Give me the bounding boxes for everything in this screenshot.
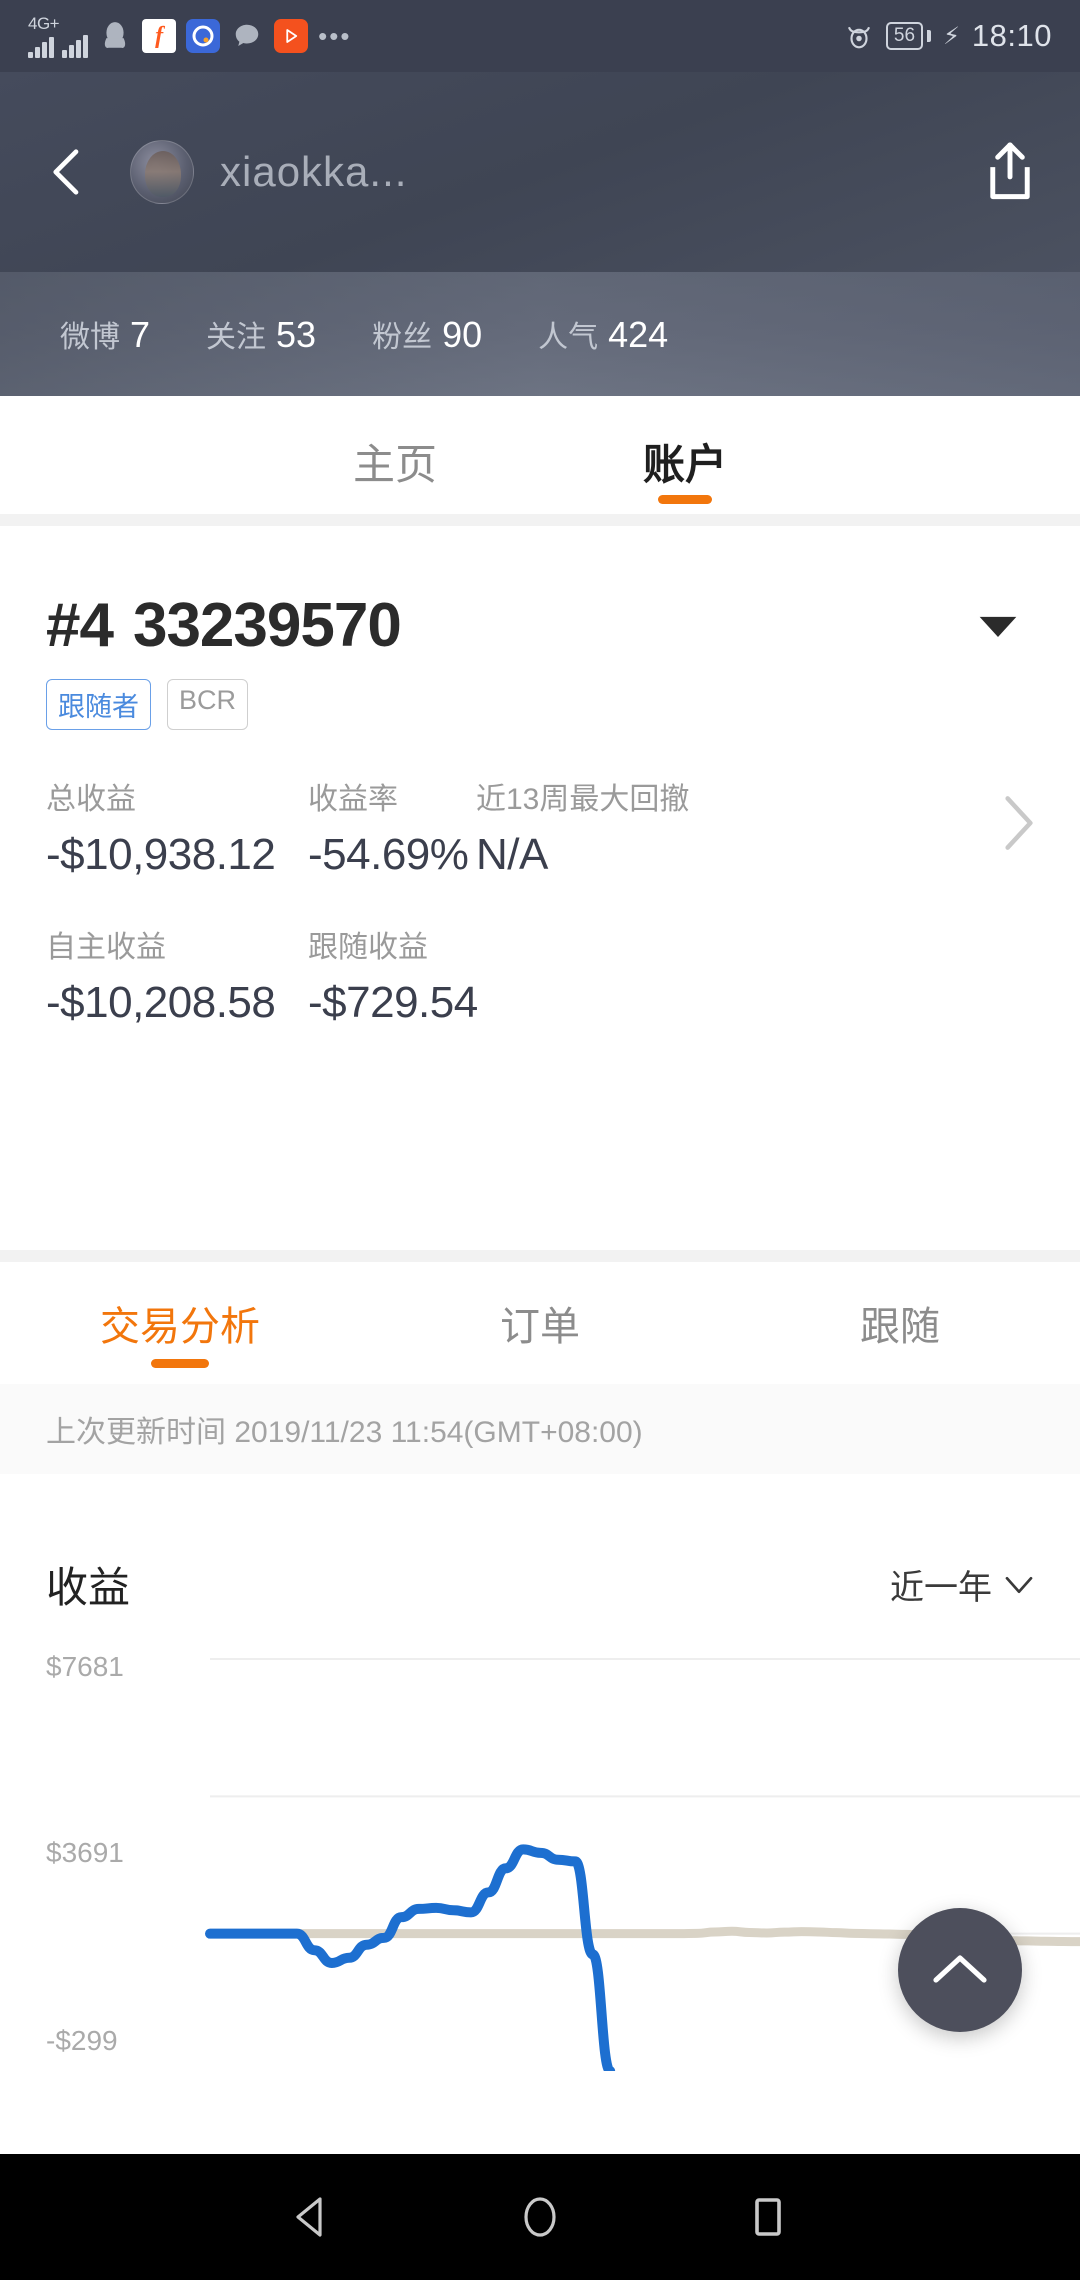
tab-follow-label: 跟随 (860, 1305, 940, 1349)
account-rank: #4 (46, 591, 114, 660)
stat-popularity[interactable]: 人气 424 (538, 312, 668, 356)
metric-copy-profit: 跟随收益 -$729.54 (308, 922, 478, 1028)
nav-back-triangle-icon[interactable] (288, 2193, 336, 2241)
qq-icon (98, 19, 132, 53)
stat-value: 7 (130, 314, 151, 355)
stat-weibo[interactable]: 微博 7 (60, 312, 150, 356)
metric-value: -54.69% (308, 830, 469, 879)
tab-home[interactable]: 主页 (250, 396, 540, 526)
section-divider (0, 1250, 1080, 1262)
browser-icon (186, 19, 221, 53)
tab-account[interactable]: 账户 (540, 396, 830, 526)
battery-indicator: 56 (885, 22, 924, 50)
avatar[interactable] (130, 140, 194, 204)
chart-range-label: 近一年 (890, 1569, 992, 1607)
status-bar-left: 4G+ f ••• (28, 15, 351, 58)
scroll-to-top-icon (933, 1955, 987, 1983)
metric-label: 自主收益 (46, 931, 166, 964)
metric-label: 收益率 (308, 783, 398, 816)
analysis-tab-bar: 交易分析 订单 跟随 (0, 1262, 1080, 1384)
account-badges: 跟随者 BCR (0, 661, 1080, 730)
video-player-icon (274, 19, 309, 53)
back-chevron-icon[interactable] (40, 145, 94, 199)
signal-bars-secondary-icon (28, 32, 54, 58)
metric-value: -$10,208.58 (46, 978, 276, 1027)
profit-chart-card: 收益 近一年 $7681 $3691 -$299 (0, 1474, 1080, 2154)
signal-indicator: 4G+ (28, 13, 89, 58)
metric-value: -$729.54 (308, 978, 478, 1027)
account-card: #4 33239570 跟随者 BCR 总收益 -$10,938.12 收益率 … (0, 538, 1080, 1028)
eye-protection-icon (847, 26, 870, 49)
chart-range-selector[interactable]: 近一年 (890, 1560, 1034, 1609)
phone-screen: 4G+ f ••• 56 ⚡ 18:10 xiaokka... 微博 7 关注 … (0, 0, 1080, 2280)
tab-home-label: 主页 (352, 440, 437, 488)
tab-orders-label: 订单 (500, 1305, 580, 1349)
tab-account-label: 账户 (642, 440, 727, 488)
chart-title: 收益 (46, 1564, 131, 1611)
nav-recents-square-icon[interactable] (744, 2193, 792, 2241)
status-bar: 4G+ f ••• 56 ⚡ 18:10 (0, 0, 1080, 72)
tab-trade-analysis[interactable]: 交易分析 (0, 1262, 360, 1384)
stat-value: 90 (442, 314, 483, 355)
chevron-right-icon[interactable] (1002, 794, 1036, 852)
stat-following[interactable]: 关注 53 (206, 312, 316, 356)
metric-label: 总收益 (46, 783, 136, 816)
tab-bar-divider (0, 514, 1080, 526)
tab-trade-analysis-label: 交易分析 (100, 1305, 260, 1349)
stat-value: 53 (276, 314, 317, 355)
account-metrics[interactable]: 总收益 -$10,938.12 收益率 -54.69% 近13周最大回撤 N/A… (0, 730, 1080, 1028)
metrics-row-1: 总收益 -$10,938.12 收益率 -54.69% 近13周最大回撤 N/A (46, 774, 1034, 880)
stat-label: 关注 (206, 321, 267, 354)
username-label: xiaokka... (220, 148, 408, 195)
account-number: 33239570 (132, 591, 402, 660)
last-updated-bar: 上次更新时间 2019/11/23 11:54(GMT+08:00) (0, 1384, 1080, 1474)
metric-total-profit: 总收益 -$10,938.12 (46, 774, 308, 880)
stat-label: 微博 (60, 321, 120, 354)
signal-bars-icon (62, 32, 89, 58)
stat-value: 424 (608, 314, 669, 355)
account-number-row[interactable]: #4 33239570 (0, 538, 1080, 661)
more-dots-icon: ••• (318, 20, 352, 51)
scroll-to-top-button[interactable] (898, 1908, 1022, 2032)
battery-cap-icon (927, 30, 932, 42)
metric-label: 跟随收益 (308, 931, 428, 964)
system-nav-bar (0, 2154, 1080, 2280)
f-app-icon: f (142, 19, 177, 53)
chevron-down-icon (1005, 1576, 1033, 1593)
metric-max-drawdown: 近13周最大回撤 N/A (476, 774, 689, 880)
metric-value: -$10,938.12 (46, 830, 276, 879)
profile-stats-band: 微博 7 关注 53 粉丝 90 人气 424 (0, 272, 1080, 396)
stat-followers[interactable]: 粉丝 90 (372, 312, 482, 356)
nav-home-circle-icon[interactable] (516, 2193, 564, 2241)
stat-label: 粉丝 (372, 321, 433, 354)
top-tab-bar: 主页 账户 (0, 396, 1080, 526)
metric-self-profit: 自主收益 -$10,208.58 (46, 922, 308, 1028)
caret-down-icon[interactable] (976, 611, 1020, 641)
badge-broker: BCR (167, 679, 249, 730)
profile-header: xiaokka... (0, 72, 1080, 272)
metric-return-rate: 收益率 -54.69% (308, 774, 476, 880)
chart-header: 收益 近一年 (0, 1474, 1080, 1615)
status-bar-clock: 18:10 (971, 18, 1052, 53)
lightning-bolt-icon: ⚡ (943, 22, 960, 50)
tab-follow[interactable]: 跟随 (720, 1262, 1080, 1384)
tab-orders[interactable]: 订单 (360, 1262, 720, 1384)
chat-icon (230, 19, 264, 53)
status-bar-right: 56 ⚡ 18:10 (844, 18, 1052, 54)
stat-label: 人气 (538, 321, 599, 354)
metrics-row-2: 自主收益 -$10,208.58 跟随收益 -$729.54 (46, 922, 1034, 1028)
share-icon[interactable] (980, 140, 1040, 204)
metric-label: 近13周最大回撤 (476, 783, 690, 816)
badge-follower: 跟随者 (46, 679, 151, 730)
network-type-label: 4G+ (28, 13, 60, 33)
last-updated-text: 上次更新时间 2019/11/23 11:54(GMT+08:00) (46, 1416, 643, 1449)
metric-value: N/A (476, 830, 548, 879)
